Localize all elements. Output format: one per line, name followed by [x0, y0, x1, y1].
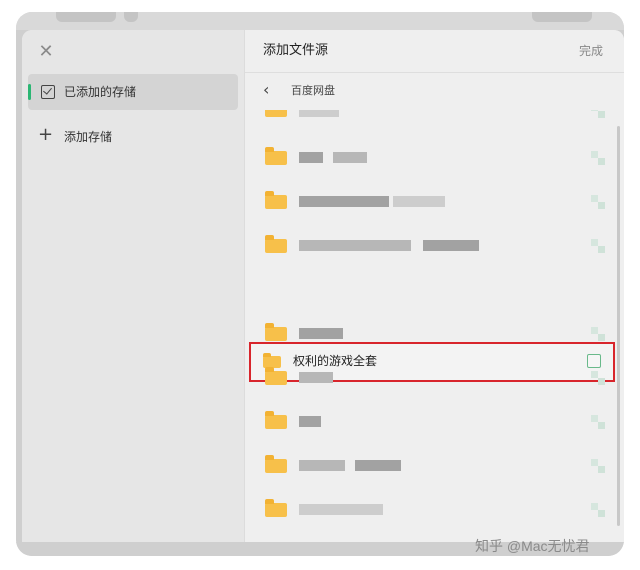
sidebar-item-label: 添加存储	[64, 130, 113, 144]
list-item[interactable]	[245, 488, 624, 532]
folder-icon	[265, 235, 287, 253]
list-item[interactable]	[245, 110, 624, 132]
blurred-filename	[333, 152, 367, 163]
list-item[interactable]	[245, 136, 624, 180]
close-icon[interactable]: ✕	[36, 42, 56, 62]
blurred-filename	[299, 196, 389, 207]
blurred-filename	[299, 110, 339, 117]
file-list: 权利的游戏全套	[245, 110, 624, 542]
folder-icon	[265, 455, 287, 473]
watermark: 知乎 @Mac无忧君	[475, 538, 590, 554]
checkbox[interactable]	[591, 371, 605, 385]
folder-icon	[265, 110, 287, 117]
folder-icon	[265, 499, 287, 517]
list-item[interactable]	[245, 312, 624, 356]
blurred-filename	[299, 460, 345, 471]
chevron-left-icon[interactable]: ‹	[263, 81, 269, 99]
dialog-sidebar: ✕ 已添加的存储 + 添加存储	[22, 30, 244, 542]
list-item[interactable]	[245, 180, 624, 224]
folder-icon	[265, 323, 287, 341]
blurred-filename	[299, 240, 411, 251]
folder-icon	[265, 367, 287, 385]
list-item[interactable]	[245, 444, 624, 488]
sidebar-item-add-storage[interactable]: + 添加存储	[28, 122, 238, 152]
list-item[interactable]	[245, 400, 624, 444]
selected-indicator	[28, 84, 31, 100]
plus-icon: +	[38, 124, 54, 145]
checkbox[interactable]	[591, 327, 605, 341]
folder-icon	[265, 147, 287, 165]
sidebar-item-label: 已添加的存储	[64, 85, 137, 99]
folder-icon	[265, 191, 287, 209]
background-app-bar	[16, 12, 624, 30]
blurred-filename	[299, 504, 383, 515]
list-item[interactable]	[245, 224, 624, 268]
add-file-source-dialog: ✕ 已添加的存储 + 添加存储 添加文件源 完成 ‹ 百度网盘 权利的游戏全套	[22, 30, 624, 542]
blurred-filename	[299, 152, 323, 163]
blurred-filename	[299, 328, 343, 339]
blurred-filename	[355, 460, 401, 471]
checkbox[interactable]	[591, 459, 605, 473]
breadcrumb-location: 百度网盘	[291, 84, 335, 97]
blurred-filename	[423, 240, 479, 251]
folder-icon	[265, 411, 287, 429]
checkbox[interactable]	[591, 503, 605, 517]
device-frame: ✕ 已添加的存储 + 添加存储 添加文件源 完成 ‹ 百度网盘 权利的游戏全套	[16, 12, 624, 556]
sidebar-item-added-storage[interactable]: 已添加的存储	[28, 74, 238, 110]
blurred-background-element	[124, 12, 138, 22]
checkbox[interactable]	[591, 110, 605, 118]
scrollbar[interactable]	[617, 126, 620, 526]
blurred-background-element	[56, 12, 116, 22]
blurred-filename	[299, 372, 333, 383]
done-button[interactable]: 完成	[579, 43, 603, 59]
checkbox[interactable]	[591, 195, 605, 209]
dialog-content: 添加文件源 完成 ‹ 百度网盘 权利的游戏全套	[244, 30, 624, 542]
blurred-filename	[299, 416, 321, 427]
checkbox[interactable]	[591, 415, 605, 429]
checkbox[interactable]	[591, 151, 605, 165]
breadcrumb: ‹ 百度网盘	[245, 73, 624, 109]
checkbox-icon	[41, 85, 55, 99]
blurred-filename	[393, 196, 445, 207]
dialog-title: 添加文件源	[263, 43, 329, 58]
blurred-background-element	[532, 12, 592, 22]
list-item[interactable]	[245, 356, 624, 400]
checkbox[interactable]	[591, 239, 605, 253]
